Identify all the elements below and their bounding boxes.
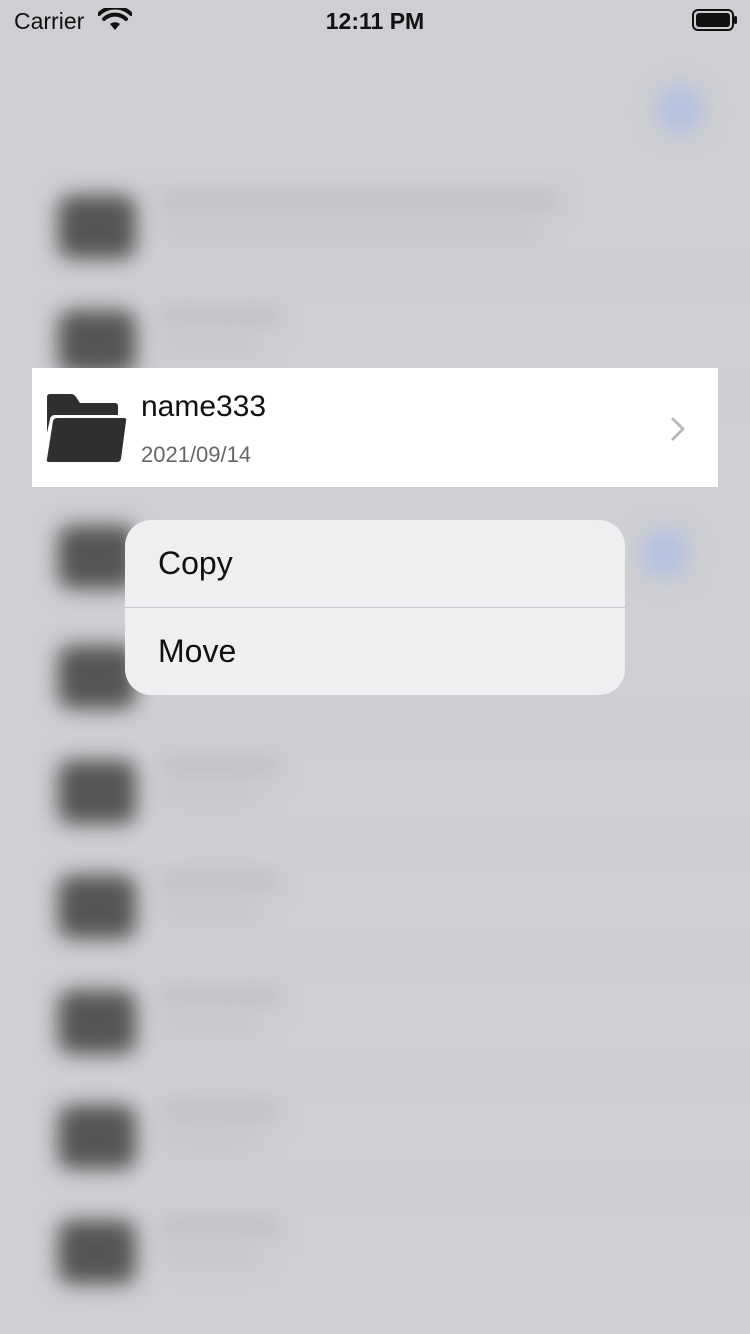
context-menu: Copy Move (125, 520, 625, 695)
blurred-folder-icon (58, 1105, 136, 1169)
blurred-folder-icon (58, 875, 136, 939)
blurred-text (160, 905, 260, 919)
blurred-text (160, 1250, 260, 1264)
blurred-text (160, 225, 540, 239)
blurred-list-row (0, 1190, 750, 1304)
chevron-right-icon (671, 417, 685, 441)
blurred-list-row (0, 730, 750, 844)
menu-item-copy[interactable]: Copy (125, 520, 625, 607)
blurred-text (160, 1103, 280, 1119)
blurred-text (160, 758, 280, 774)
folder-name: name333 (141, 390, 267, 423)
folder-date: 2021/09/14 (141, 442, 252, 467)
blurred-text (160, 790, 260, 804)
blurred-text (160, 1135, 260, 1149)
blurred-list-row (0, 960, 750, 1074)
blurred-folder-icon (58, 760, 136, 824)
blurred-folder-icon (58, 1220, 136, 1284)
blurred-text (160, 1218, 280, 1234)
status-bar: Carrier 12:11 PM (0, 0, 750, 40)
blurred-text (160, 988, 280, 1004)
focused-folder-row[interactable]: name333 2021/09/14 (32, 368, 718, 487)
blurred-folder-icon (58, 990, 136, 1054)
blurred-list-row (0, 1075, 750, 1189)
blurred-text (160, 308, 280, 324)
blurred-text (160, 873, 280, 889)
clock: 12:11 PM (325, 8, 425, 34)
blurred-list-row (0, 165, 750, 279)
blurred-action-icon (655, 85, 705, 135)
blurred-text (160, 193, 560, 209)
blurred-text (160, 340, 260, 354)
blurred-list-row (0, 845, 750, 959)
folder-icon (46, 394, 127, 462)
blurred-text (160, 1020, 260, 1034)
blurred-folder-icon (58, 310, 136, 374)
menu-item-move[interactable]: Move (125, 608, 625, 695)
blurred-folder-icon (58, 195, 136, 259)
battery-full-icon (692, 9, 737, 31)
